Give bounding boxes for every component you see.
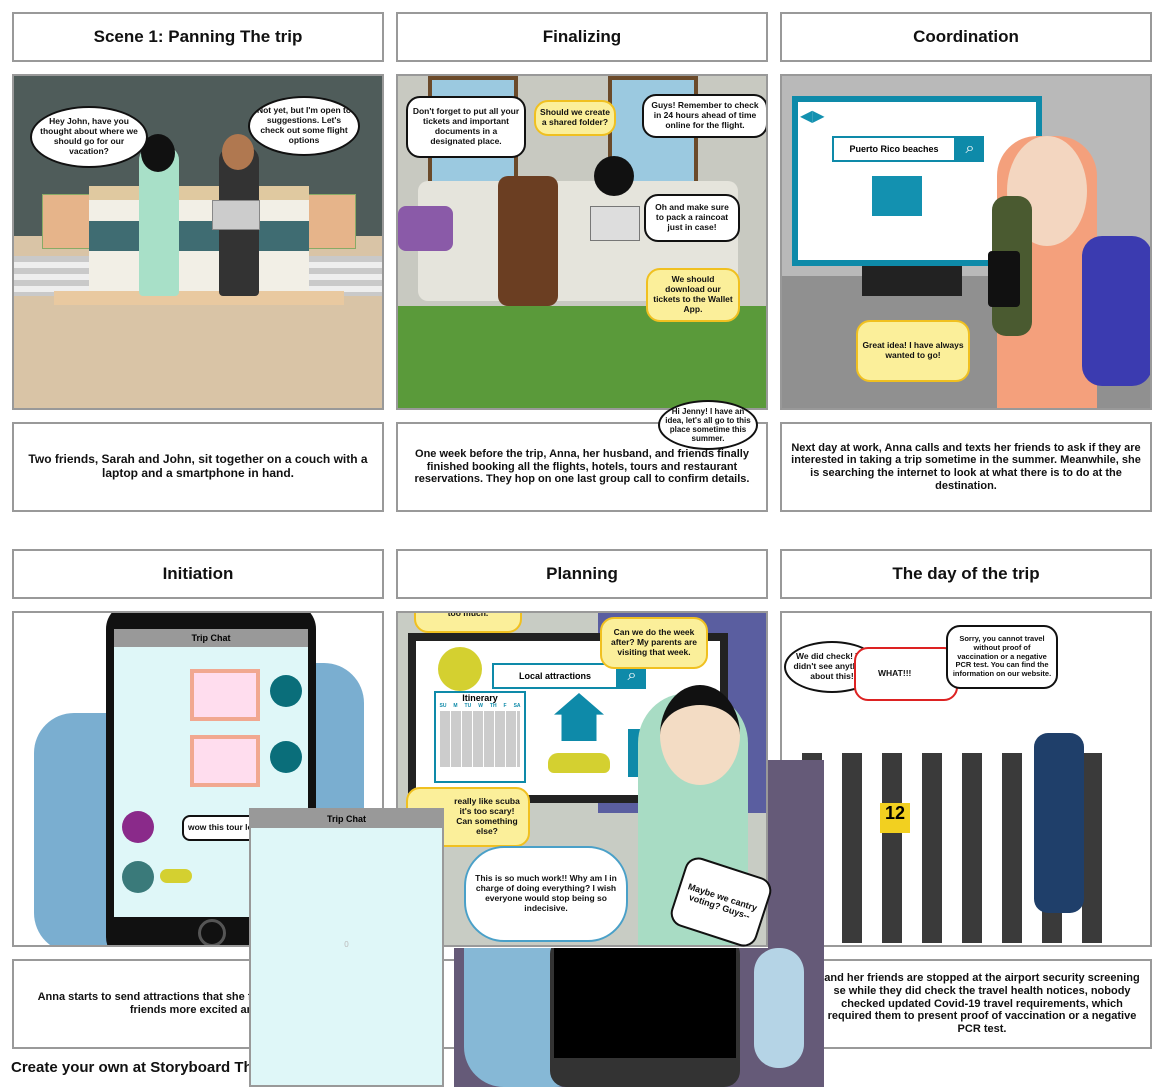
speech-bubble: It's a nice hotel but I think $550 per n… [414,613,522,633]
phone-overlay [454,948,824,1087]
day-label: SA [513,703,521,709]
chat-window-title: Trip Chat [251,810,442,828]
speech-bubble: Guys! Remember to check in 24 hours ahea… [642,94,766,138]
avatar [270,675,302,707]
day-label: W [478,703,483,709]
search-icon[interactable]: ⌕ [956,136,984,162]
speech-bubble: Can we do the week after? My parents are… [600,617,708,669]
jersey-number: 12 [880,803,910,833]
sun-icon [438,647,482,691]
speech-bubble: WHAT!!! [854,647,958,701]
phone-screen [554,948,736,1058]
footer-link[interactable]: Create your own at Storyboard Tha [11,1059,261,1076]
scene3-caption: Next day at work, Anna calls and texts h… [780,422,1152,512]
chat-body: 0 [344,940,349,949]
itinerary-calendar: Itinerary SU M TU W TH F SA [434,691,526,783]
chat-title: Trip Chat [114,629,308,647]
speech-bubble: Hi Jenny! I have an idea, let's all go t… [658,400,758,450]
day-label: SU [439,703,447,709]
typing-icon [160,869,192,883]
day-label: F [503,703,507,709]
avatar [122,861,154,893]
speech-bubble: Sorry, you cannot travel without proof o… [946,625,1058,689]
speech-bubble: Don't forget to put all your tickets and… [406,96,526,158]
scene1-panel: Hey John, have you thought about where w… [12,74,384,410]
car-icon [548,753,610,773]
scene3-title: Coordination [780,12,1152,62]
scene2-title: Finalizing [396,12,768,62]
speech-bubble: We should download our tickets to the Wa… [646,268,740,322]
thought-bubble: This is so much work!! Why am I in charg… [464,846,628,942]
speech-bubble: Not yet, but I'm open to suggestions. Le… [248,96,360,156]
speech-bubble: Hey John, have you thought about where w… [30,106,148,168]
avatar [122,811,154,843]
day-label: TU [464,703,472,709]
scene5-title: Planning [396,549,768,599]
day-label: TH [489,703,497,709]
map-icon [872,176,922,216]
scene6-caption: and her friends are stopped at the airpo… [780,959,1152,1049]
trip-chat-window: Trip Chat 0 [249,808,444,1087]
avatar [270,741,302,773]
search-input[interactable]: Puerto Rico beaches [832,136,956,162]
home-button[interactable] [198,919,226,945]
back-forward-icon: ◀▶ [800,108,825,125]
calendar-title: Itinerary [462,693,498,703]
speech-bubble: Oh and make sure to pack a raincoat just… [644,194,740,242]
image-icon [190,669,260,721]
day-label: M [453,703,458,709]
scene1-title: Scene 1: Panning The trip [12,12,384,62]
search-input[interactable]: Local attractions [492,663,618,689]
scene3-panel: ◀▶ Puerto Rico beaches ⌕ Great idea! I h… [780,74,1152,410]
speech-bubble: Should we create a shared folder? [534,100,616,136]
scene6-panel: We did check! We didn't see anything abo… [780,611,1152,947]
scene6-title: The day of the trip [780,549,1152,599]
scene4-title: Initiation [12,549,384,599]
image-icon [190,735,260,787]
scene2-panel: Don't forget to put all your tickets and… [396,74,768,410]
scene1-caption: Two friends, Sarah and John, sit togethe… [12,422,384,512]
speech-bubble: Great idea! I have always wanted to go! [856,320,970,382]
overlay-strip [768,760,824,950]
